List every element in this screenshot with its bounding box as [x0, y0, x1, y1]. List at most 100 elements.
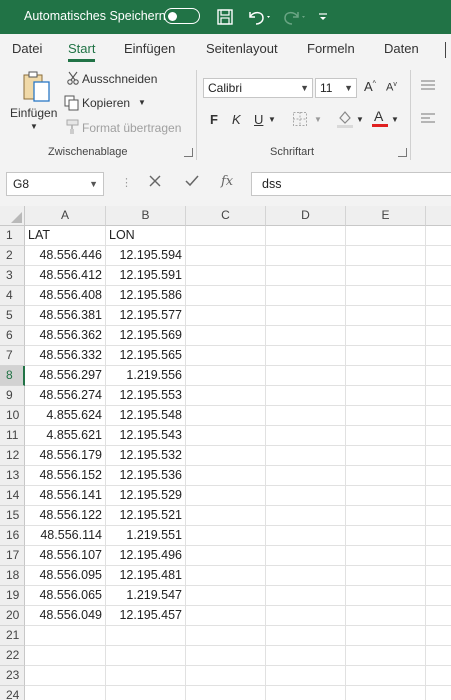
- cell[interactable]: 12.195.529: [106, 486, 186, 506]
- cell[interactable]: [426, 506, 451, 526]
- cell[interactable]: [346, 326, 426, 346]
- row-header[interactable]: 7: [0, 346, 25, 366]
- row-header[interactable]: 6: [0, 326, 25, 346]
- cell[interactable]: [266, 666, 346, 686]
- row-header[interactable]: 18: [0, 566, 25, 586]
- cell[interactable]: [426, 246, 451, 266]
- cell[interactable]: [186, 546, 266, 566]
- redo-icon[interactable]: [280, 6, 310, 28]
- row-header[interactable]: 13: [0, 466, 25, 486]
- cell[interactable]: [346, 486, 426, 506]
- cell[interactable]: [346, 526, 426, 546]
- cell[interactable]: [186, 586, 266, 606]
- cell[interactable]: [266, 546, 346, 566]
- cell[interactable]: [186, 606, 266, 626]
- cell[interactable]: [266, 306, 346, 326]
- cell[interactable]: [426, 386, 451, 406]
- row-header[interactable]: 15: [0, 506, 25, 526]
- cell[interactable]: [426, 586, 451, 606]
- copy-dropdown-icon[interactable]: ▼: [138, 98, 146, 107]
- cell[interactable]: [346, 566, 426, 586]
- cell[interactable]: [266, 366, 346, 386]
- row-header[interactable]: 11: [0, 426, 25, 446]
- cell[interactable]: 48.556.049: [25, 606, 106, 626]
- cell[interactable]: 12.195.569: [106, 326, 186, 346]
- copy-button[interactable]: Kopieren: [82, 96, 130, 110]
- row-header[interactable]: 17: [0, 546, 25, 566]
- tab-daten[interactable]: Daten: [384, 41, 419, 56]
- cell[interactable]: [106, 626, 186, 646]
- row-header[interactable]: 10: [0, 406, 25, 426]
- cut-button[interactable]: Ausschneiden: [82, 72, 157, 86]
- cell[interactable]: [346, 246, 426, 266]
- font-size-select[interactable]: 11 ▼: [315, 78, 357, 98]
- undo-icon[interactable]: [244, 6, 274, 28]
- cell[interactable]: [266, 566, 346, 586]
- cell[interactable]: 48.556.362: [25, 326, 106, 346]
- insert-function-icon[interactable]: fx: [221, 174, 233, 189]
- cancel-icon[interactable]: [148, 174, 162, 192]
- cell[interactable]: [426, 546, 451, 566]
- save-icon[interactable]: [214, 6, 236, 28]
- cell[interactable]: 48.556.381: [25, 306, 106, 326]
- cell[interactable]: 48.556.152: [25, 466, 106, 486]
- autosave-toggle[interactable]: [164, 8, 200, 24]
- name-box[interactable]: G8 ▼: [6, 172, 104, 196]
- cell[interactable]: [266, 466, 346, 486]
- cell[interactable]: 1.219.547: [106, 586, 186, 606]
- cell[interactable]: [266, 686, 346, 700]
- cell[interactable]: [186, 346, 266, 366]
- cell[interactable]: [25, 686, 106, 700]
- cell[interactable]: 12.195.565: [106, 346, 186, 366]
- cell[interactable]: [186, 466, 266, 486]
- cell[interactable]: 12.195.521: [106, 506, 186, 526]
- cell[interactable]: 48.556.107: [25, 546, 106, 566]
- cell[interactable]: [106, 646, 186, 666]
- column-header-e[interactable]: E: [346, 206, 426, 226]
- cell[interactable]: [186, 426, 266, 446]
- cell[interactable]: 48.556.179: [25, 446, 106, 466]
- cell[interactable]: 48.556.095: [25, 566, 106, 586]
- cell[interactable]: [426, 526, 451, 546]
- cell[interactable]: [186, 326, 266, 346]
- cell[interactable]: [266, 426, 346, 446]
- cell[interactable]: 1.219.556: [106, 366, 186, 386]
- cell[interactable]: [186, 626, 266, 646]
- row-header[interactable]: 8: [0, 366, 25, 386]
- cell[interactable]: [346, 626, 426, 646]
- border-dropdown-icon[interactable]: ▼: [314, 115, 322, 124]
- cell[interactable]: [266, 506, 346, 526]
- cell[interactable]: [426, 486, 451, 506]
- cell[interactable]: [266, 646, 346, 666]
- cell[interactable]: [186, 386, 266, 406]
- cell[interactable]: [106, 666, 186, 686]
- cell[interactable]: 48.556.408: [25, 286, 106, 306]
- cell[interactable]: [186, 366, 266, 386]
- column-header-c[interactable]: C: [186, 206, 266, 226]
- cell[interactable]: [186, 486, 266, 506]
- cell[interactable]: [346, 266, 426, 286]
- cell[interactable]: [186, 506, 266, 526]
- cell[interactable]: [346, 586, 426, 606]
- cell[interactable]: [346, 406, 426, 426]
- enter-check-icon[interactable]: [184, 174, 200, 192]
- tab-formeln[interactable]: Formeln: [307, 41, 355, 56]
- cell[interactable]: [186, 406, 266, 426]
- row-header[interactable]: 21: [0, 626, 25, 646]
- cell[interactable]: 12.195.496: [106, 546, 186, 566]
- cell[interactable]: [346, 646, 426, 666]
- scissors-icon[interactable]: [66, 71, 80, 88]
- cell[interactable]: 48.556.332: [25, 346, 106, 366]
- cell[interactable]: 4.855.624: [25, 406, 106, 426]
- cell[interactable]: [346, 346, 426, 366]
- cell[interactable]: 12.195.536: [106, 466, 186, 486]
- select-all-button[interactable]: [0, 206, 25, 226]
- cell[interactable]: [426, 686, 451, 700]
- tab-start[interactable]: Start: [68, 41, 96, 62]
- decrease-font-size-icon[interactable]: Av: [386, 81, 397, 94]
- copy-icon[interactable]: [64, 95, 80, 114]
- column-header-d[interactable]: D: [266, 206, 346, 226]
- cell[interactable]: [426, 626, 451, 646]
- row-header[interactable]: 12: [0, 446, 25, 466]
- align-left-icon[interactable]: [420, 111, 436, 128]
